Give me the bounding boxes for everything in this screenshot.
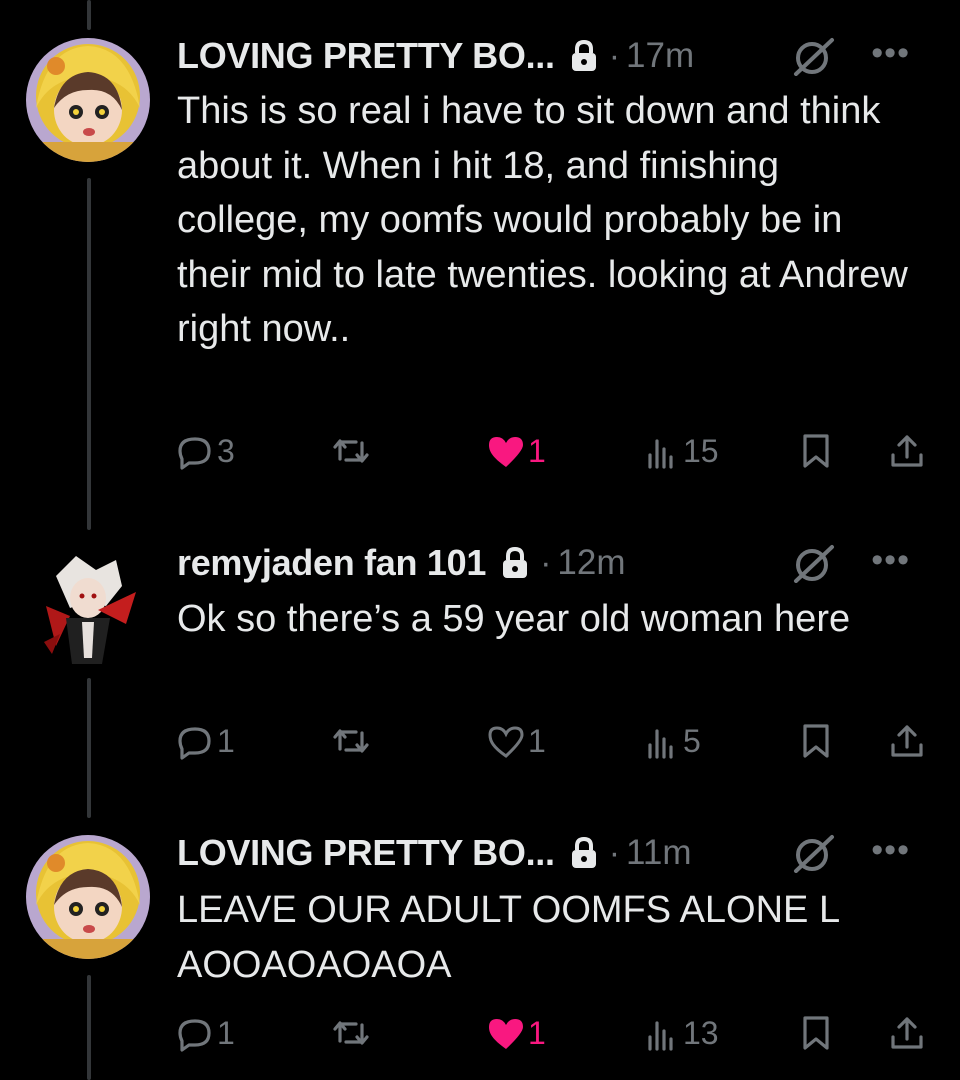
display-name[interactable]: LOVING PRETTY BO... [177, 832, 555, 874]
more-icon[interactable]: ••• [871, 831, 910, 870]
share-button[interactable] [889, 723, 925, 759]
bookmark-button[interactable] [801, 1015, 831, 1051]
share-button[interactable] [889, 433, 925, 469]
retweet-button[interactable] [331, 1015, 371, 1051]
lock-icon [500, 546, 530, 580]
avatar[interactable] [26, 835, 150, 959]
bookmark-button[interactable] [801, 433, 831, 469]
reply-count: 1 [217, 1015, 235, 1051]
display-name[interactable]: LOVING PRETTY BO... [177, 35, 555, 77]
grok-icon[interactable] [790, 543, 836, 588]
reply-count: 3 [217, 433, 235, 469]
reply-icon [177, 434, 213, 470]
timestamp[interactable]: 12m [557, 543, 625, 583]
lock-icon [569, 836, 599, 870]
like-count: 1 [528, 723, 546, 759]
reply-button[interactable]: 1 [177, 1015, 235, 1052]
reply-count: 1 [217, 723, 235, 759]
retweet-icon [331, 1015, 371, 1051]
thread-line [87, 178, 91, 530]
reply-icon [177, 724, 213, 760]
reply-button[interactable]: 1 [177, 723, 235, 760]
separator-dot: · [608, 36, 621, 75]
bookmark-icon [801, 1015, 831, 1051]
tweet-text: Ok so there’s a 59 year old woman here [177, 598, 851, 640]
thread-line [87, 678, 91, 818]
reply-icon [177, 1016, 213, 1052]
more-icon[interactable]: ••• [871, 34, 910, 73]
views-count: 13 [683, 1015, 719, 1051]
views-count: 15 [683, 433, 719, 469]
separator-dot: · [540, 543, 552, 582]
views-button[interactable]: 13 [647, 1015, 719, 1052]
like-icon [488, 1017, 524, 1051]
tweet-text: LEAVE OUR ADULT OOMFS ALONE L AOOAOAOAOA [177, 889, 839, 986]
bookmark-button[interactable] [801, 723, 831, 759]
views-button[interactable]: 15 [647, 433, 719, 470]
timestamp[interactable]: 11m [626, 833, 692, 873]
like-icon [488, 725, 524, 759]
reply-button[interactable]: 3 [177, 433, 235, 470]
like-button[interactable]: 1 [488, 433, 546, 470]
separator-dot: · [608, 833, 621, 872]
views-count: 5 [683, 723, 701, 759]
like-button[interactable]: 1 [488, 723, 546, 760]
thread-line [87, 975, 91, 1080]
share-icon [889, 723, 925, 759]
bookmark-icon [801, 433, 831, 469]
tweet-text: This is so real i have to sit down and t… [177, 90, 908, 350]
grok-icon[interactable] [790, 36, 836, 81]
share-icon [889, 433, 925, 469]
lock-icon [569, 39, 599, 73]
like-icon [488, 435, 524, 469]
avatar[interactable] [26, 38, 150, 162]
bookmark-icon [801, 723, 831, 759]
share-icon [889, 1015, 925, 1051]
retweet-icon [331, 723, 371, 759]
retweet-button[interactable] [331, 723, 371, 759]
avatar[interactable] [26, 546, 150, 670]
grok-icon[interactable] [790, 833, 836, 878]
views-icon [647, 435, 679, 469]
views-icon [647, 1017, 679, 1051]
views-icon [647, 725, 679, 759]
views-button[interactable]: 5 [647, 723, 701, 760]
display-name[interactable]: remyjaden fan 101 [177, 542, 486, 584]
retweet-icon [331, 433, 371, 469]
more-icon[interactable]: ••• [871, 541, 910, 580]
like-count: 1 [528, 1015, 546, 1051]
share-button[interactable] [889, 1015, 925, 1051]
like-count: 1 [528, 433, 546, 469]
like-button[interactable]: 1 [488, 1015, 546, 1052]
thread-line [87, 0, 91, 30]
timestamp[interactable]: 17m [626, 36, 694, 76]
retweet-button[interactable] [331, 433, 371, 469]
